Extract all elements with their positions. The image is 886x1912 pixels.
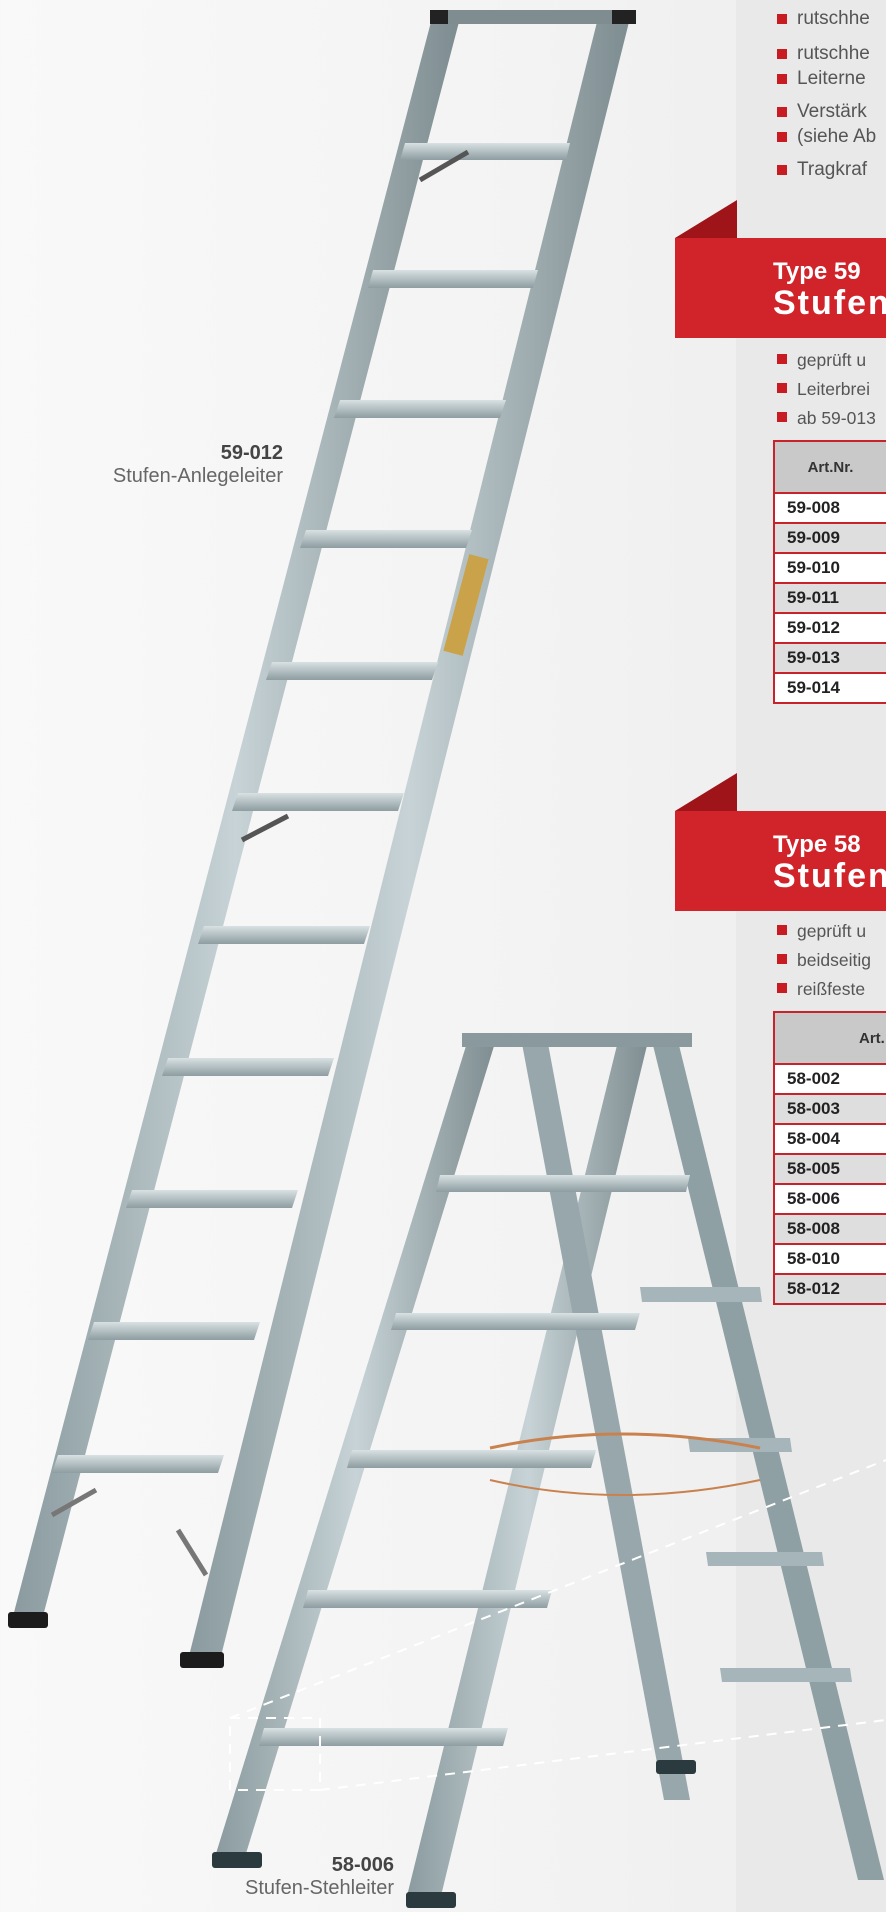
table-row: 58-002	[775, 1063, 886, 1093]
feature-item: geprüft u	[775, 346, 876, 375]
type59-feature-list: geprüft u Leiterbrei ab 59-013	[775, 346, 876, 433]
table-header-art-nr: Art.Nr.	[775, 442, 886, 492]
type58-product-name: Stufen	[773, 857, 886, 895]
type59-table: Art.Nr. 59-008 59-009 59-010 59-011 59-0…	[773, 440, 886, 704]
top-feature-list: rutschhe rutschhe Leiterne Verstärk (sie…	[775, 6, 876, 182]
type59-product-name: Stufen	[773, 284, 886, 322]
feature-item: Tragkraf	[775, 157, 876, 182]
standing-ladder-label: 58-006 Stufen-Stehleiter	[200, 1854, 394, 1900]
feature-item: rutschhe	[775, 41, 876, 66]
feature-item: rutschhe	[775, 6, 876, 31]
table-row: 59-011	[775, 582, 886, 612]
table-row: 59-008	[775, 492, 886, 522]
feature-item: Verstärk	[775, 99, 876, 124]
article-code: 59-012	[220, 442, 283, 464]
article-code: 58-006	[331, 1854, 394, 1876]
table-row: 58-008	[775, 1213, 886, 1243]
type58-table: Art. 58-002 58-003 58-004 58-005 58-006 …	[773, 1011, 886, 1305]
table-row: 58-005	[775, 1153, 886, 1183]
feature-item: reißfeste	[775, 975, 871, 1004]
type59-type-label: Type 59	[773, 258, 861, 285]
table-row: 58-010	[775, 1243, 886, 1273]
table-row: 59-010	[775, 552, 886, 582]
table-row: 59-014	[775, 672, 886, 702]
type58-banner: Type 58 Stufen	[675, 811, 886, 911]
table-row: 59-012	[775, 612, 886, 642]
table-row: 59-013	[775, 642, 886, 672]
feature-item: Leiterbrei	[775, 375, 876, 404]
feature-item: geprüft u	[775, 917, 871, 946]
table-row: 58-006	[775, 1183, 886, 1213]
leaning-ladder-label: 59-012 Stufen-Anlegeleiter	[60, 442, 283, 488]
feature-item: beidseitig	[775, 946, 871, 975]
table-row: 59-009	[775, 522, 886, 552]
feature-item-continued: (siehe Ab	[775, 124, 876, 149]
article-description: Stufen-Stehleiter	[245, 1877, 394, 1899]
table-row: 58-003	[775, 1093, 886, 1123]
feature-item: ab 59-013	[775, 404, 876, 433]
table-header-art-nr: Art.	[775, 1013, 886, 1063]
type58-feature-list: geprüft u beidseitig reißfeste	[775, 917, 871, 1004]
table-row: 58-004	[775, 1123, 886, 1153]
article-description: Stufen-Anlegeleiter	[112, 465, 283, 487]
type58-type-label: Type 58	[773, 831, 861, 858]
type59-banner: Type 59 Stufen	[675, 238, 886, 338]
table-row: 58-012	[775, 1273, 886, 1303]
feature-item-continued: Leiterne	[775, 66, 876, 91]
